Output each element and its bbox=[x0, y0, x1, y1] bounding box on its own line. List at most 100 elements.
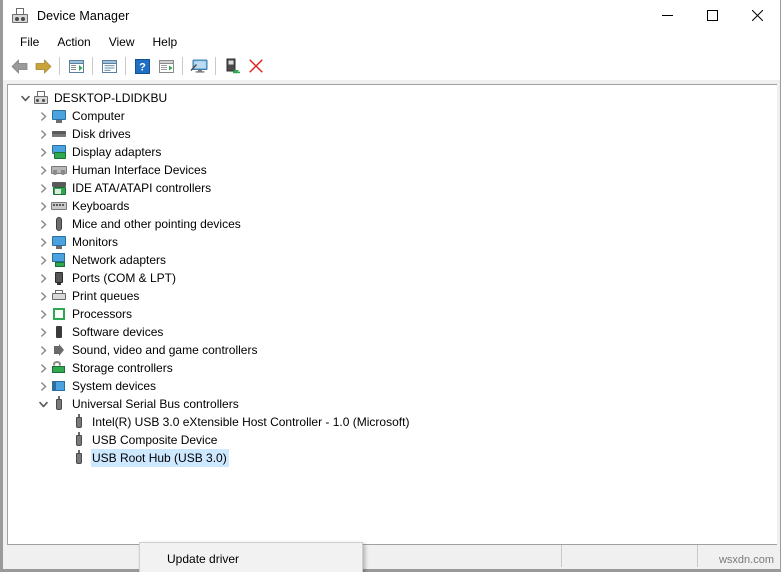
speaker-icon bbox=[51, 342, 67, 358]
chevron-down-icon[interactable] bbox=[17, 90, 33, 106]
tree-row-usb-host-controller[interactable]: Intel(R) USB 3.0 eXtensible Host Control… bbox=[8, 413, 777, 431]
tree-row-print-queues[interactable]: Print queues bbox=[8, 287, 777, 305]
tree-label: Intel(R) USB 3.0 eXtensible Host Control… bbox=[92, 415, 410, 429]
tree-row-monitors[interactable]: Monitors bbox=[8, 233, 777, 251]
menu-view[interactable]: View bbox=[100, 33, 144, 51]
help-button[interactable]: ? bbox=[130, 55, 154, 78]
title-bar: Device Manager bbox=[3, 0, 780, 31]
back-button[interactable] bbox=[7, 55, 31, 78]
tree-label-root: DESKTOP-LDIDKBU bbox=[54, 91, 168, 105]
chevron-right-icon[interactable] bbox=[35, 162, 51, 178]
monitor-icon bbox=[51, 234, 67, 250]
toolbar-separator bbox=[59, 57, 60, 75]
usb-icon bbox=[51, 396, 67, 412]
chevron-right-icon[interactable] bbox=[35, 126, 51, 142]
tree-label: Ports (COM & LPT) bbox=[72, 271, 177, 285]
chevron-right-icon[interactable] bbox=[35, 234, 51, 250]
tree-row-ports[interactable]: Ports (COM & LPT) bbox=[8, 269, 777, 287]
chevron-right-icon[interactable] bbox=[35, 378, 51, 394]
add-legacy-hardware-button[interactable] bbox=[220, 55, 244, 78]
update-driver-button[interactable] bbox=[154, 55, 178, 78]
tree-row-disk-drives[interactable]: Disk drives bbox=[8, 125, 777, 143]
chevron-right-icon[interactable] bbox=[35, 252, 51, 268]
mouse-icon bbox=[51, 216, 67, 232]
tree-label: USB Composite Device bbox=[92, 433, 218, 447]
svg-text:?: ? bbox=[139, 61, 146, 73]
tree-row-sound-controllers[interactable]: Sound, video and game controllers bbox=[8, 341, 777, 359]
chevron-down-icon[interactable] bbox=[35, 396, 51, 412]
tree-label: Keyboards bbox=[72, 199, 130, 213]
tree-label: Sound, video and game controllers bbox=[72, 343, 258, 357]
tree-label: Disk drives bbox=[72, 127, 131, 141]
uninstall-device-button[interactable] bbox=[244, 55, 268, 78]
usb-icon bbox=[71, 414, 87, 430]
chevron-right-icon[interactable] bbox=[35, 306, 51, 322]
chevron-right-icon[interactable] bbox=[35, 360, 51, 376]
ide-controller-icon bbox=[51, 180, 67, 196]
tree-label: Storage controllers bbox=[72, 361, 173, 375]
watermark: wsxdn.com bbox=[718, 554, 774, 566]
properties-button[interactable] bbox=[97, 55, 121, 78]
tree-row-storage-controllers[interactable]: Storage controllers bbox=[8, 359, 777, 377]
chevron-right-icon[interactable] bbox=[35, 342, 51, 358]
software-device-icon bbox=[51, 324, 67, 340]
tree-row-mice[interactable]: Mice and other pointing devices bbox=[8, 215, 777, 233]
menu-help[interactable]: Help bbox=[144, 33, 187, 51]
toolbar: ? bbox=[3, 53, 780, 80]
hid-icon bbox=[51, 162, 67, 178]
tree-row-system-devices[interactable]: System devices bbox=[8, 377, 777, 395]
device-tree[interactable]: DESKTOP-LDIDKBU Computer Disk drives Dis… bbox=[8, 85, 777, 547]
maximize-button[interactable] bbox=[690, 0, 735, 31]
context-menu-item-update-driver[interactable]: Update driver bbox=[140, 546, 362, 571]
window-controls bbox=[645, 0, 780, 31]
tree-label: Monitors bbox=[72, 235, 119, 249]
usb-icon bbox=[71, 450, 87, 466]
tree-row-processors[interactable]: Processors bbox=[8, 305, 777, 323]
tree-label: Software devices bbox=[72, 325, 164, 339]
chevron-right-icon[interactable] bbox=[35, 216, 51, 232]
status-bar bbox=[7, 544, 777, 567]
tree-row-keyboards[interactable]: Keyboards bbox=[8, 197, 777, 215]
tree-label: Human Interface Devices bbox=[72, 163, 207, 177]
usb-icon bbox=[71, 432, 87, 448]
context-menu[interactable]: Update driver Uninstall device Scan for … bbox=[139, 542, 363, 572]
show-hide-console-tree-button[interactable] bbox=[64, 55, 88, 78]
device-tree-panel: DESKTOP-LDIDKBU Computer Disk drives Dis… bbox=[7, 84, 777, 572]
printer-icon bbox=[51, 288, 67, 304]
menu-action[interactable]: Action bbox=[48, 33, 99, 51]
tree-row-root[interactable]: DESKTOP-LDIDKBU bbox=[8, 89, 777, 107]
tree-row-hid[interactable]: Human Interface Devices bbox=[8, 161, 777, 179]
chevron-right-icon[interactable] bbox=[35, 198, 51, 214]
forward-button[interactable] bbox=[31, 55, 55, 78]
scan-hardware-changes-button[interactable] bbox=[187, 55, 211, 78]
tree-row-display-adapters[interactable]: Display adapters bbox=[8, 143, 777, 161]
tree-row-usb-composite-device[interactable]: USB Composite Device bbox=[8, 431, 777, 449]
device-manager-icon bbox=[12, 7, 28, 24]
chevron-right-icon[interactable] bbox=[35, 324, 51, 340]
menu-file[interactable]: File bbox=[11, 33, 48, 51]
chevron-right-icon[interactable] bbox=[35, 108, 51, 124]
tree-label: Processors bbox=[72, 307, 133, 321]
tree-label: System devices bbox=[72, 379, 157, 393]
keyboard-icon bbox=[51, 198, 67, 214]
network-adapter-icon bbox=[51, 252, 67, 268]
window-title: Device Manager bbox=[37, 8, 130, 23]
tree-row-computer[interactable]: Computer bbox=[8, 107, 777, 125]
close-button[interactable] bbox=[735, 0, 780, 31]
tree-row-usb-controllers[interactable]: Universal Serial Bus controllers bbox=[8, 395, 777, 413]
chevron-right-icon[interactable] bbox=[35, 180, 51, 196]
tree-label: Computer bbox=[72, 109, 125, 123]
chevron-right-icon[interactable] bbox=[35, 270, 51, 286]
system-device-icon bbox=[51, 378, 67, 394]
chevron-right-icon[interactable] bbox=[35, 144, 51, 160]
minimize-button[interactable] bbox=[645, 0, 690, 31]
processor-icon bbox=[51, 306, 67, 322]
tree-row-network-adapters[interactable]: Network adapters bbox=[8, 251, 777, 269]
tree-row-usb-root-hub[interactable]: USB Root Hub (USB 3.0) bbox=[8, 449, 777, 467]
tree-label: Network adapters bbox=[72, 253, 167, 267]
tree-label: Print queues bbox=[72, 289, 140, 303]
tree-row-ide-controllers[interactable]: IDE ATA/ATAPI controllers bbox=[8, 179, 777, 197]
tree-label-selected: USB Root Hub (USB 3.0) bbox=[91, 449, 229, 467]
tree-row-software-devices[interactable]: Software devices bbox=[8, 323, 777, 341]
chevron-right-icon[interactable] bbox=[35, 288, 51, 304]
